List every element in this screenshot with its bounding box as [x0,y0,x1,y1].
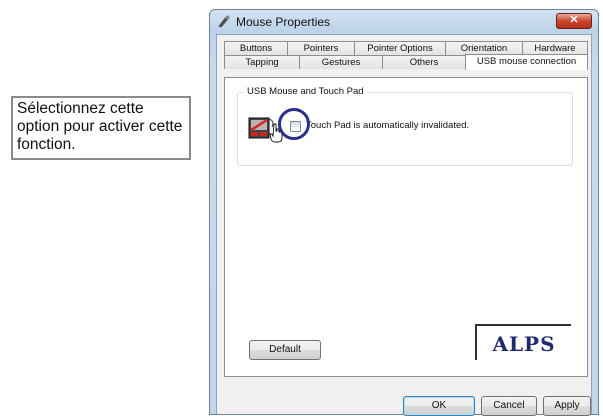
tab-hardware[interactable]: Hardware [522,41,588,55]
default-button[interactable]: Default [249,340,321,360]
mouse-properties-window: Mouse Properties ✕ Buttons Pointers Poin… [209,9,599,416]
highlight-circle [278,108,310,140]
ok-button[interactable]: OK [403,396,475,416]
cancel-button[interactable]: Cancel [481,396,537,416]
close-button[interactable]: ✕ [556,13,592,29]
touchpad-invalidate-label[interactable]: Touch Pad is automatically invalidated. [306,120,469,131]
tab-tapping[interactable]: Tapping [224,55,300,69]
tab-pointer-options[interactable]: Pointer Options [354,41,446,55]
mouse-icon [218,15,230,28]
apply-button[interactable]: Apply [543,396,591,416]
group-title: USB Mouse and Touch Pad [244,86,367,97]
tab-gestures[interactable]: Gestures [299,55,383,69]
alps-logo: ALPS [475,324,571,360]
instruction-callout: Sélectionnez cette option pour activer c… [11,96,191,160]
tab-buttons[interactable]: Buttons [224,41,288,55]
tab-usb-mouse-connection[interactable]: USB mouse connection [465,54,588,70]
usb-mouse-touchpad-group: USB Mouse and Touch Pad Touch Pad is aut… [237,86,573,166]
tab-orientation[interactable]: Orientation [445,41,523,55]
usb-mouse-connection-panel: USB Mouse and Touch Pad Touch Pad is aut… [224,77,588,377]
title-bar[interactable]: Mouse Properties ✕ [210,10,598,34]
tab-others[interactable]: Others [382,55,466,69]
window-title: Mouse Properties [236,15,331,29]
tab-pointers[interactable]: Pointers [287,41,355,55]
dialog-client-area: Buttons Pointers Pointer Options Orienta… [216,34,592,416]
